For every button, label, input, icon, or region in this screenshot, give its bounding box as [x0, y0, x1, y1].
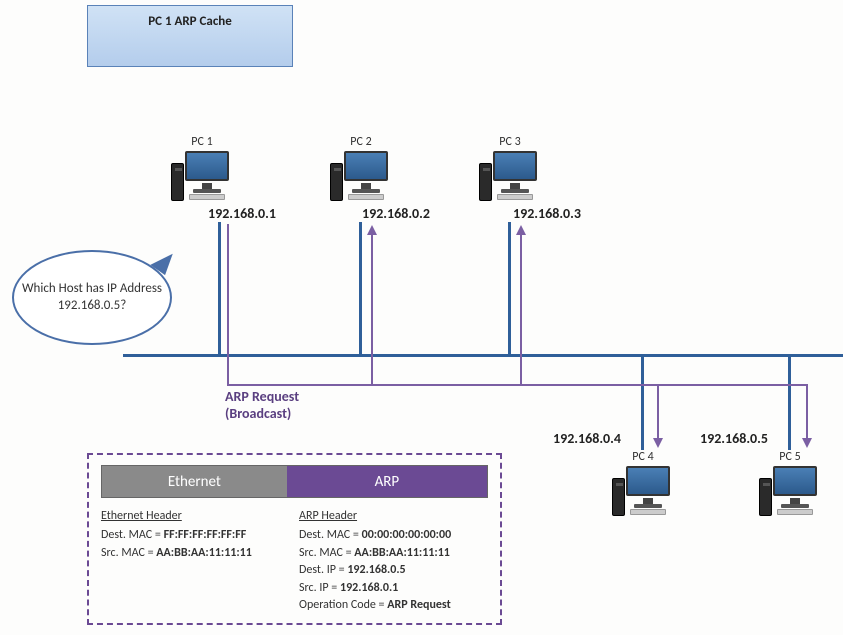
speech-text: Which Host has IP Address 192.168.0.5?: [14, 281, 170, 314]
bus-connector-pc2: [359, 222, 362, 355]
arrow-up-icon: [367, 225, 377, 235]
eth-src-label: Src. MAC =: [101, 546, 156, 560]
arp-dip-val: 192.168.0.5: [347, 563, 405, 577]
pc-4-ip: 192.168.0.4: [553, 430, 621, 447]
arp-path: [806, 384, 808, 439]
arp-smac-val: AA:BB:AA:11:11:11: [354, 546, 450, 560]
network-bus: [123, 354, 843, 357]
pc-1-ip: 192.168.0.1: [208, 205, 276, 222]
arp-sip-label: Src. IP =: [299, 581, 340, 595]
pc-3: PC 3: [475, 135, 545, 201]
arp-dmac-val: 00:00:00:00:00:00: [362, 528, 452, 542]
arrow-down-icon: [653, 438, 663, 448]
arp-header-title: ARP Header: [299, 508, 451, 525]
arrow-down-icon: [802, 438, 812, 448]
computer-icon: [479, 151, 541, 201]
packet-detail-box: Ethernet ARP Ethernet Header Dest. MAC =…: [87, 453, 502, 625]
ethernet-header-col: Ethernet Header Dest. MAC = FF:FF:FF:FF:…: [101, 508, 279, 614]
computer-icon: [171, 151, 233, 201]
pc-2: PC 2: [326, 135, 396, 201]
eth-dest-val: FF:FF:FF:FF:FF:FF: [164, 528, 247, 542]
bus-connector-pc3: [508, 222, 511, 355]
arp-dmac-label: Dest. MAC =: [299, 528, 362, 542]
computer-icon: [612, 466, 674, 516]
bus-connector-pc5: [788, 356, 791, 450]
arp-request-line1: ARP Request: [225, 388, 299, 405]
packet-header-bar: Ethernet ARP: [101, 465, 488, 498]
arrow-up-icon: [516, 225, 526, 235]
bus-connector-pc1: [218, 222, 221, 355]
ethernet-header-title: Ethernet Header: [101, 508, 279, 525]
pc-3-ip: 192.168.0.3: [513, 205, 581, 222]
pc-1: PC 1: [167, 135, 237, 201]
pc-2-label: PC 2: [326, 135, 396, 149]
pc-3-label: PC 3: [475, 135, 545, 149]
arp-segment: ARP: [287, 466, 487, 497]
arp-path: [227, 224, 229, 385]
eth-dest-label: Dest. MAC =: [101, 528, 164, 542]
ethernet-segment: Ethernet: [102, 466, 287, 497]
arp-op-label: Operation Code =: [299, 598, 387, 612]
pc-1-label: PC 1: [167, 135, 237, 149]
arp-path: [520, 234, 522, 385]
computer-icon: [330, 151, 392, 201]
eth-src-val: AA:BB:AA:11:11:11: [156, 546, 252, 560]
pc-4-label: PC 4: [608, 450, 678, 464]
arp-smac-label: Src. MAC =: [299, 546, 354, 560]
pc-5-ip: 192.168.0.5: [700, 430, 768, 447]
pc-5: PC 5: [755, 450, 825, 516]
arp-cache-box: PC 1 ARP Cache: [87, 5, 293, 67]
pc-4: PC 4: [608, 450, 678, 516]
bus-connector-pc4: [641, 356, 644, 450]
arp-cache-title: PC 1 ARP Cache: [148, 14, 232, 29]
arp-request-label: ARP Request (Broadcast): [225, 389, 299, 423]
pc-2-ip: 192.168.0.2: [362, 205, 430, 222]
arp-path: [657, 384, 659, 439]
arp-sip-val: 192.168.0.1: [340, 581, 398, 595]
arp-path: [227, 384, 808, 386]
computer-icon: [759, 466, 821, 516]
arp-request-line2: (Broadcast): [225, 405, 291, 422]
pc-5-label: PC 5: [755, 450, 825, 464]
arp-dip-label: Dest. IP =: [299, 563, 347, 577]
arp-path: [371, 234, 373, 385]
speech-bubble: Which Host has IP Address 192.168.0.5?: [12, 250, 172, 345]
arp-header-col: ARP Header Dest. MAC = 00:00:00:00:00:00…: [299, 508, 451, 614]
arp-op-val: ARP Request: [387, 598, 450, 612]
